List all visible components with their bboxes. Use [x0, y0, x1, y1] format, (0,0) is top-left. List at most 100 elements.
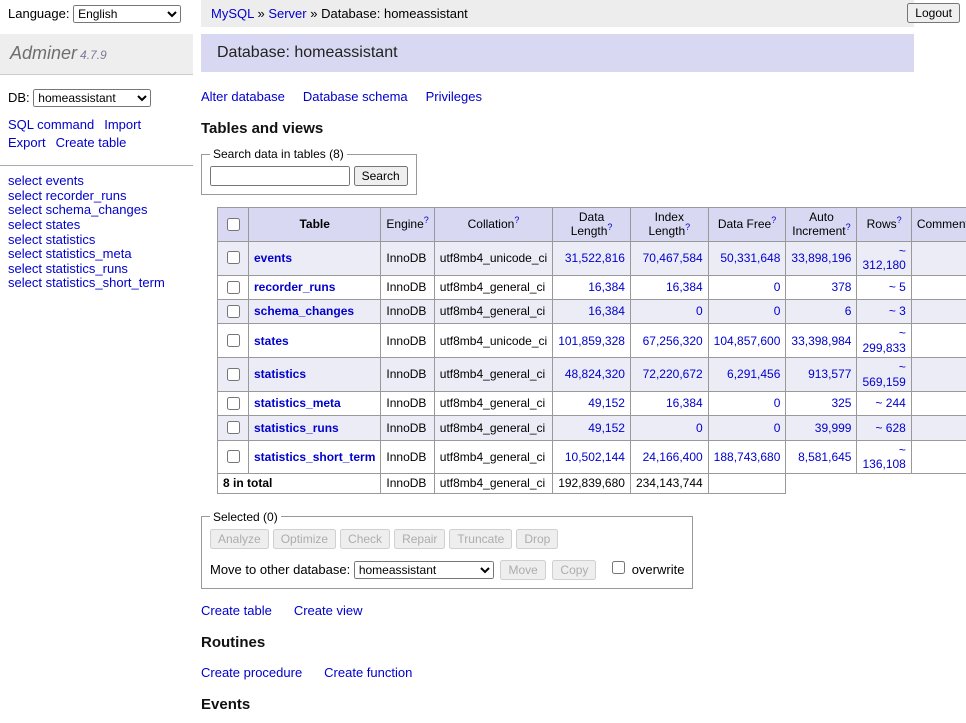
db-select[interactable]: homeassistant [33, 89, 151, 107]
analyze-button[interactable]: Analyze [210, 529, 269, 549]
help-icon[interactable]: ? [514, 215, 519, 225]
data-length-link[interactable]: 16,384 [588, 280, 625, 294]
help-icon[interactable]: ? [846, 222, 851, 232]
breadcrumb-mysql[interactable]: MySQL [211, 6, 254, 21]
create-function-link[interactable]: Create function [324, 665, 412, 680]
move-button[interactable]: Move [500, 560, 545, 580]
link-select-states[interactable]: select states [8, 217, 80, 232]
link-select-statistics-short-term[interactable]: select statistics_short_term [8, 275, 165, 290]
data-length-link[interactable]: 49,152 [588, 421, 625, 435]
link-select-recorder-runs[interactable]: select recorder_runs [8, 188, 127, 203]
table-link-events[interactable]: events [254, 251, 292, 265]
row-checkbox[interactable] [227, 334, 240, 347]
data-length-link[interactable]: 16,384 [588, 304, 625, 318]
select-all-checkbox[interactable] [227, 218, 240, 231]
table-link-statistics-short-term[interactable]: statistics_short_term [254, 450, 375, 464]
rows-link[interactable]: ~ 3 [889, 304, 906, 318]
link-select-statistics[interactable]: select statistics [8, 232, 95, 247]
move-db-select[interactable]: homeassistant [354, 561, 494, 579]
sidebar-link-import[interactable]: Import [104, 117, 141, 132]
auto-increment-link[interactable]: 6 [845, 304, 852, 318]
sidebar-link-sql-command[interactable]: SQL command [8, 117, 94, 132]
row-checkbox[interactable] [227, 251, 240, 264]
data-length-link[interactable]: 10,502,144 [565, 450, 625, 464]
rows-link[interactable]: ~ 628 [875, 421, 905, 435]
search-button[interactable]: Search [354, 166, 408, 186]
auto-increment-link[interactable]: 8,581,645 [798, 450, 851, 464]
auto-increment-link[interactable]: 39,999 [815, 421, 852, 435]
auto-increment-link[interactable]: 33,398,984 [791, 334, 851, 348]
create-view-link[interactable]: Create view [294, 603, 363, 618]
data-free-link[interactable]: 6,291,456 [727, 367, 780, 381]
copy-button[interactable]: Copy [552, 560, 596, 580]
rows-link[interactable]: ~ 5 [889, 280, 906, 294]
table-link-schema-changes[interactable]: schema_changes [254, 304, 354, 318]
action-database-schema[interactable]: Database schema [303, 89, 408, 104]
help-icon[interactable]: ? [897, 215, 902, 225]
truncate-button[interactable]: Truncate [449, 529, 512, 549]
index-length-link[interactable]: 70,467,584 [643, 251, 703, 265]
help-icon[interactable]: ? [424, 215, 429, 225]
table-link-recorder-runs[interactable]: recorder_runs [254, 280, 335, 294]
create-table-link[interactable]: Create table [201, 603, 272, 618]
row-checkbox[interactable] [227, 368, 240, 381]
breadcrumb-server[interactable]: Server [268, 6, 306, 21]
data-free-link[interactable]: 0 [774, 421, 781, 435]
index-length-link[interactable]: 16,384 [666, 280, 703, 294]
index-length-link[interactable]: 16,384 [666, 396, 703, 410]
table-link-statistics-meta[interactable]: statistics_meta [254, 396, 341, 410]
auto-increment-link[interactable]: 325 [831, 396, 851, 410]
auto-increment-link[interactable]: 33,898,196 [791, 251, 851, 265]
action-privileges[interactable]: Privileges [426, 89, 482, 104]
row-checkbox[interactable] [227, 421, 240, 434]
check-button[interactable]: Check [340, 529, 390, 549]
help-icon[interactable]: ? [771, 215, 776, 225]
index-length-link[interactable]: 24,166,400 [643, 450, 703, 464]
link-select-statistics-meta[interactable]: select statistics_meta [8, 246, 132, 261]
link-select-statistics-runs[interactable]: select statistics_runs [8, 261, 128, 276]
data-free-link[interactable]: 50,331,648 [720, 251, 780, 265]
logout-button[interactable]: Logout [907, 3, 960, 23]
repair-button[interactable]: Repair [394, 529, 445, 549]
data-length-link[interactable]: 48,824,320 [565, 367, 625, 381]
row-checkbox[interactable] [227, 397, 240, 410]
data-length-link[interactable]: 31,522,816 [565, 251, 625, 265]
rows-link[interactable]: ~ 136,108 [862, 443, 905, 471]
index-length-link[interactable]: 0 [696, 421, 703, 435]
overwrite-checkbox[interactable] [612, 561, 625, 574]
optimize-button[interactable]: Optimize [273, 529, 336, 549]
sidebar-link-create-table[interactable]: Create table [56, 135, 127, 150]
row-checkbox[interactable] [227, 450, 240, 463]
data-length-link[interactable]: 101,859,328 [558, 334, 625, 348]
index-length-link[interactable]: 0 [696, 304, 703, 318]
help-icon[interactable]: ? [607, 222, 612, 232]
create-procedure-link[interactable]: Create procedure [201, 665, 302, 680]
sidebar-link-export[interactable]: Export [8, 135, 46, 150]
link-select-schema-changes[interactable]: select schema_changes [8, 202, 147, 217]
row-checkbox[interactable] [227, 305, 240, 318]
link-select-events[interactable]: select events [8, 173, 84, 188]
help-icon[interactable]: ? [685, 222, 690, 232]
data-free-link[interactable]: 0 [774, 396, 781, 410]
table-link-states[interactable]: states [254, 334, 289, 348]
auto-increment-link[interactable]: 378 [831, 280, 851, 294]
rows-link[interactable]: ~ 244 [875, 396, 905, 410]
drop-button[interactable]: Drop [516, 529, 558, 549]
data-free-link[interactable]: 188,743,680 [714, 450, 781, 464]
data-free-link[interactable]: 0 [774, 280, 781, 294]
rows-link[interactable]: ~ 299,833 [862, 326, 905, 354]
auto-increment-link[interactable]: 913,577 [808, 367, 851, 381]
rows-link[interactable]: ~ 569,159 [862, 360, 905, 388]
search-input[interactable] [210, 166, 350, 186]
action-alter-database[interactable]: Alter database [201, 89, 285, 104]
table-link-statistics[interactable]: statistics [254, 367, 306, 381]
rows-link[interactable]: ~ 312,180 [862, 244, 905, 272]
language-select[interactable]: English [73, 5, 181, 23]
index-length-link[interactable]: 67,256,320 [643, 334, 703, 348]
table-link-statistics-runs[interactable]: statistics_runs [254, 421, 339, 435]
data-length-link[interactable]: 49,152 [588, 396, 625, 410]
data-free-link[interactable]: 0 [774, 304, 781, 318]
index-length-link[interactable]: 72,220,672 [643, 367, 703, 381]
row-checkbox[interactable] [227, 281, 240, 294]
data-free-link[interactable]: 104,857,600 [714, 334, 781, 348]
